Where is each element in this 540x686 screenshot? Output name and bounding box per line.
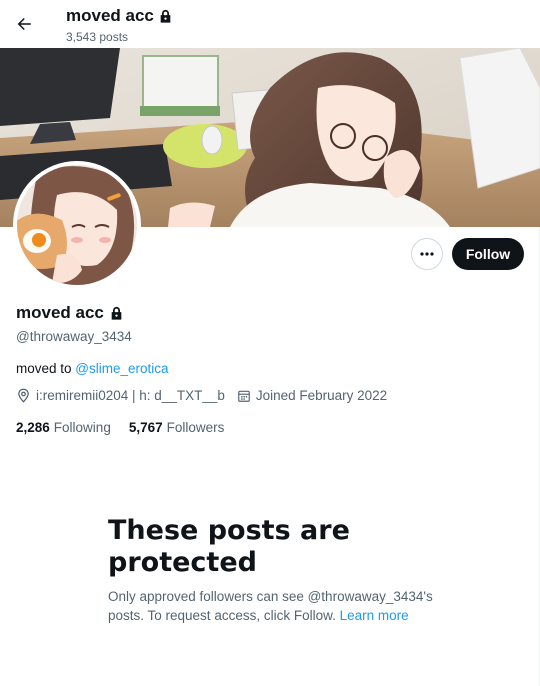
profile-column: moved acc 3,543 posts Follow moved acc @… <box>0 0 540 686</box>
bio-mention-link[interactable]: @slime_erotica <box>75 361 168 376</box>
bio: moved to @slime_erotica <box>16 361 169 376</box>
top-header: moved acc 3,543 posts <box>0 0 540 48</box>
follow-stats: 2,286 Following 5,767 Followers <box>16 420 242 435</box>
display-name-text: moved acc <box>16 303 104 322</box>
bio-text: moved to <box>16 361 72 376</box>
more-horizontal-icon <box>420 252 434 256</box>
header-title: moved acc <box>66 6 172 26</box>
protected-body-line-2-wrap: posts. To request access, click Follow. … <box>108 606 448 625</box>
profile-meta: i:remiremii0204 | h: d__TXT__b Joined Fe… <box>16 388 399 403</box>
following-link[interactable]: 2,286 Following <box>16 420 111 435</box>
followers-label: Followers <box>166 420 225 435</box>
lock-icon <box>111 306 122 320</box>
followers-count: 5,767 <box>128 420 163 435</box>
following-count: 2,286 <box>16 420 50 435</box>
protected-body-line-2: posts. To request access, click Follow. <box>108 608 336 623</box>
joined-item: Joined February 2022 <box>237 388 387 403</box>
avatar-illustration <box>17 165 137 285</box>
location-item: i:remiremii0204 | h: d__TXT__b <box>16 388 225 403</box>
protected-message: Only approved followers can see @throwaw… <box>108 587 448 625</box>
followers-link[interactable]: 5,767 Followers <box>129 420 225 435</box>
learn-more-link[interactable]: Learn more <box>340 608 409 623</box>
lock-icon <box>160 9 171 23</box>
protected-body-line-1: Only approved followers can see @throwaw… <box>108 589 433 604</box>
protected-title: These posts are protected <box>108 515 438 579</box>
more-options-button[interactable] <box>411 238 443 270</box>
display-name: moved acc <box>16 303 123 323</box>
protected-title-line-1: These posts are <box>108 515 350 546</box>
calendar-icon <box>238 390 250 402</box>
header-name: moved acc <box>66 6 154 25</box>
location-text: i:remiremii0204 | h: d__TXT__b <box>36 388 225 403</box>
following-label: Following <box>53 420 111 435</box>
arrow-left-icon <box>17 18 31 30</box>
post-count: 3,543 posts <box>66 30 129 44</box>
user-handle: @throwaway_3434 <box>16 329 132 344</box>
joined-text: Joined February 2022 <box>255 388 388 403</box>
back-button[interactable] <box>8 8 40 40</box>
protected-title-line-2: protected <box>108 547 257 578</box>
follow-button[interactable]: Follow <box>452 238 524 270</box>
location-pin-icon <box>18 388 29 403</box>
profile-avatar[interactable] <box>13 161 141 289</box>
